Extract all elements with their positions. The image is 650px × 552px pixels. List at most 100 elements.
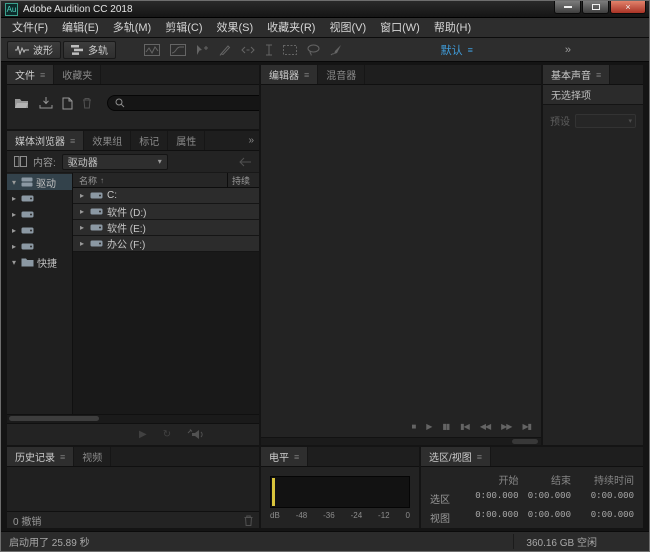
workspace-selector[interactable]: 默认 ≡: [441, 42, 473, 58]
selection-end-value[interactable]: 0:00.000: [519, 491, 572, 506]
tree-drive-item[interactable]: ▸: [7, 190, 72, 206]
tab-levels[interactable]: 电平 ≡: [261, 447, 308, 466]
show-spectral-frequency-icon[interactable]: [144, 44, 160, 56]
panel-menu-icon[interactable]: ≡: [304, 70, 309, 80]
tab-editor[interactable]: 编辑器 ≡: [261, 65, 318, 84]
menu-item-file[interactable]: 文件(F): [5, 18, 55, 38]
clear-history-icon[interactable]: [244, 515, 253, 526]
tabbar-overflow-button[interactable]: »: [243, 131, 259, 150]
view-start-value[interactable]: 0:00.000: [466, 510, 519, 525]
selection-start-value[interactable]: 0:00.000: [466, 491, 519, 506]
menu-item-help[interactable]: 帮助(H): [427, 18, 478, 38]
pause-button[interactable]: ▮▮: [442, 423, 449, 431]
panel-menu-icon[interactable]: ≡: [596, 70, 601, 80]
open-file-icon[interactable]: [14, 97, 30, 109]
panel-menu-icon[interactable]: ≡: [294, 452, 299, 462]
menu-item-effects[interactable]: 效果(S): [210, 18, 261, 38]
menu-item-edit[interactable]: 编辑(E): [55, 18, 106, 38]
chevron-down-icon[interactable]: ▾: [10, 258, 18, 267]
drive-row[interactable]: ▸ C:: [73, 188, 259, 204]
tab-properties[interactable]: 属性: [168, 131, 205, 150]
panel-menu-icon[interactable]: ≡: [477, 452, 482, 462]
editor-canvas[interactable]: ■ ▶ ▮▮ ▮◀ ◀◀ ▶▶ ▶▮: [261, 85, 541, 445]
menu-item-multitrack[interactable]: 多轨(M): [106, 18, 159, 38]
new-file-icon[interactable]: [62, 97, 73, 110]
workspace-menu-icon: ≡: [468, 45, 473, 55]
tab-selection-view[interactable]: 选区/视图 ≡: [421, 447, 491, 466]
time-selection-tool-icon[interactable]: [265, 44, 273, 56]
navigate-up-icon[interactable]: [239, 157, 252, 167]
content-label: 内容:: [33, 154, 56, 169]
close-button[interactable]: ×: [610, 1, 646, 14]
drive-row[interactable]: ▸ 软件 (D:): [73, 204, 259, 220]
search-input[interactable]: [130, 98, 259, 109]
menu-item-favorites[interactable]: 收藏夹(R): [260, 18, 322, 38]
move-tool-icon[interactable]: [196, 44, 209, 56]
tree-item-drives[interactable]: ▾ 驱动: [7, 174, 72, 190]
preview-play-button[interactable]: ▶: [139, 429, 147, 440]
content-source-dropdown[interactable]: 驱动器 ▾: [62, 154, 168, 170]
scrollbar-thumb[interactable]: [512, 439, 538, 444]
preset-dropdown[interactable]: ▾: [575, 114, 636, 128]
view-end-value[interactable]: 0:00.000: [519, 510, 572, 525]
chevron-right-icon[interactable]: ▸: [10, 226, 18, 235]
tab-favorites[interactable]: 收藏夹: [54, 65, 101, 84]
razor-tool-icon[interactable]: [219, 44, 231, 56]
show-spectral-pitch-icon[interactable]: [170, 44, 186, 56]
minimize-button[interactable]: [554, 1, 581, 14]
tab-effects-rack[interactable]: 效果组: [84, 131, 131, 150]
tab-files[interactable]: 文件 ≡: [7, 65, 54, 84]
tab-mixer[interactable]: 混音器: [318, 65, 365, 84]
chevron-right-icon[interactable]: ▸: [78, 239, 86, 248]
play-button[interactable]: ▶: [426, 423, 431, 431]
tab-video[interactable]: 视频: [74, 447, 111, 466]
menu-item-view[interactable]: 视图(V): [322, 18, 373, 38]
chevron-right-icon[interactable]: ▸: [78, 207, 86, 216]
tree-drive-item[interactable]: ▸: [7, 238, 72, 254]
chevron-right-icon[interactable]: ▸: [10, 210, 18, 219]
stop-button[interactable]: ■: [411, 423, 415, 431]
horizontal-scrollbar[interactable]: [7, 414, 259, 423]
menu-item-window[interactable]: 窗口(W): [373, 18, 427, 38]
chevron-right-icon[interactable]: ▸: [78, 191, 86, 200]
view-duration-value[interactable]: 0:00.000: [571, 510, 634, 525]
panel-menu-icon[interactable]: ≡: [60, 452, 65, 462]
paintbrush-selection-tool-icon[interactable]: [330, 44, 342, 56]
marquee-selection-tool-icon[interactable]: [283, 45, 297, 55]
panel-menu-icon[interactable]: ≡: [40, 70, 45, 80]
column-header-duration[interactable]: 持续: [227, 173, 259, 187]
editor-horizontal-scrollbar[interactable]: [261, 437, 541, 445]
skip-forward-button[interactable]: ▶▮: [522, 423, 531, 431]
maximize-button[interactable]: [582, 1, 609, 14]
tab-markers[interactable]: 标记: [131, 131, 168, 150]
menu-item-clip[interactable]: 剪辑(C): [158, 18, 209, 38]
tab-history[interactable]: 历史记录 ≡: [7, 447, 74, 466]
lasso-selection-tool-icon[interactable]: [307, 44, 320, 56]
preview-loop-button[interactable]: ↻: [163, 429, 171, 440]
tab-media-browser[interactable]: 媒体浏览器 ≡: [7, 131, 84, 150]
rewind-button[interactable]: ◀◀: [480, 423, 490, 431]
multitrack-view-button[interactable]: 多轨: [63, 41, 116, 59]
drive-row[interactable]: ▸ 办公 (F:): [73, 236, 259, 252]
chevron-down-icon[interactable]: ▾: [10, 178, 18, 187]
scrollbar-thumb[interactable]: [9, 416, 99, 421]
preview-volume-icon[interactable]: [187, 429, 203, 440]
selection-duration-value[interactable]: 0:00.000: [571, 491, 634, 506]
tree-item-shortcuts[interactable]: ▾ 快捷: [7, 254, 72, 270]
drive-row[interactable]: ▸ 软件 (E:): [73, 220, 259, 236]
fast-forward-button[interactable]: ▶▶: [501, 423, 511, 431]
chevron-right-icon[interactable]: ▸: [78, 223, 86, 232]
slip-tool-icon[interactable]: [241, 45, 255, 55]
panel-menu-icon[interactable]: ≡: [70, 136, 75, 146]
tree-drive-item[interactable]: ▸: [7, 222, 72, 238]
delete-icon[interactable]: [82, 97, 92, 109]
skip-back-button[interactable]: ▮◀: [460, 423, 469, 431]
import-file-icon[interactable]: [39, 97, 53, 109]
waveform-view-button[interactable]: 波形: [7, 41, 61, 59]
tree-drive-item[interactable]: ▸: [7, 206, 72, 222]
chevron-right-icon[interactable]: ▸: [10, 194, 18, 203]
column-header-name[interactable]: 名称 ↑: [73, 173, 227, 187]
tab-essential-sound[interactable]: 基本声音 ≡: [543, 65, 610, 84]
chevron-right-icon[interactable]: ▸: [10, 242, 18, 251]
toolbar-overflow-button[interactable]: »: [565, 44, 571, 56]
